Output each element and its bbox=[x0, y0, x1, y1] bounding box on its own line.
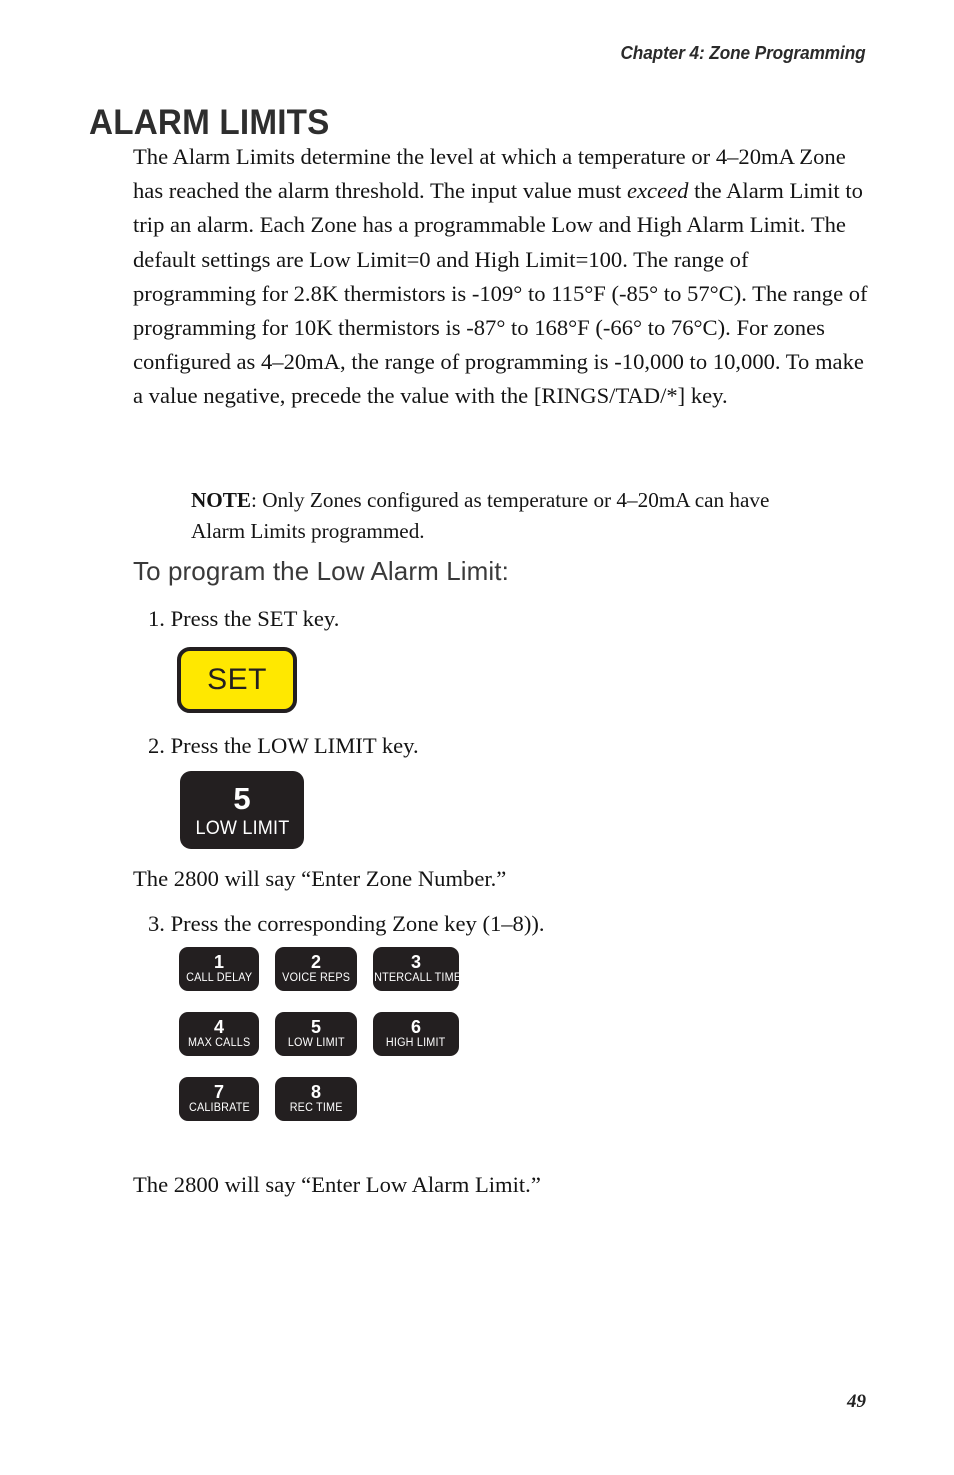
keypad-key-1-number: 1 bbox=[213, 952, 224, 973]
zone-keypad-graphic: 1 CALL DELAY 2 VOICE REPS 3 INTERCALL TI… bbox=[179, 947, 479, 1137]
keypad-key-5-number: 5 bbox=[310, 1017, 321, 1038]
keypad-key-5: 5 LOW LIMIT bbox=[275, 1012, 357, 1056]
low-limit-key-number: 5 bbox=[233, 780, 251, 816]
keypad-key-8-number: 8 bbox=[310, 1082, 321, 1103]
narration-after-step-2: The 2800 will say “Enter Zone Number.” bbox=[133, 866, 507, 891]
keypad-key-8-label: REC TIME bbox=[289, 1102, 343, 1115]
low-limit-key-label: LOW LIMIT bbox=[195, 817, 289, 839]
keypad-key-1-label: CALL DELAY bbox=[185, 972, 253, 985]
keypad-key-3: 3 INTERCALL TIME bbox=[373, 947, 459, 991]
keypad-key-2: 2 VOICE REPS bbox=[275, 947, 357, 991]
note-text: : Only Zones configured as temperature o… bbox=[191, 488, 770, 543]
keypad-key-6: 6 HIGH LIMIT bbox=[373, 1012, 459, 1056]
page-number: 49 bbox=[847, 1391, 866, 1412]
set-key-label: SET bbox=[207, 663, 267, 696]
keypad-key-7: 7 CALIBRATE bbox=[179, 1077, 259, 1121]
page-title: ALARM LIMITS bbox=[89, 103, 330, 143]
keypad-key-1: 1 CALL DELAY bbox=[179, 947, 259, 991]
running-header: Chapter 4: Zone Programming bbox=[620, 42, 866, 63]
note-block: NOTE: Only Zones configured as temperatu… bbox=[191, 485, 791, 547]
body-paragraph-emphasis: exceed bbox=[627, 178, 689, 204]
keypad-key-4-number: 4 bbox=[213, 1017, 224, 1038]
step-3-text: 3. Press the corresponding Zone key (1–8… bbox=[148, 911, 545, 936]
body-paragraph: The Alarm Limits determine the level at … bbox=[133, 140, 871, 414]
keypad-key-3-number: 3 bbox=[410, 952, 421, 973]
low-limit-key-graphic: 5 LOW LIMIT bbox=[180, 771, 304, 849]
keypad-key-7-number: 7 bbox=[213, 1082, 224, 1103]
keypad-key-6-number: 6 bbox=[410, 1017, 421, 1038]
note-label: NOTE bbox=[191, 488, 252, 512]
step-2-text: 2. Press the LOW LIMIT key. bbox=[148, 733, 419, 758]
keypad-key-6-label: HIGH LIMIT bbox=[386, 1037, 446, 1050]
document-page: Chapter 4: Zone Programming ALARM LIMITS… bbox=[0, 0, 954, 1475]
set-key-graphic: SET bbox=[177, 647, 297, 713]
keypad-key-3-label: INTERCALL TIME bbox=[373, 972, 459, 985]
narration-after-step-3: The 2800 will say “Enter Low Alarm Limit… bbox=[133, 1172, 541, 1197]
body-paragraph-part2: the Alarm Limit to trip an alarm. Each Z… bbox=[133, 178, 868, 409]
keypad-key-2-number: 2 bbox=[310, 952, 321, 973]
keypad-key-7-label: CALIBRATE bbox=[188, 1102, 250, 1115]
keypad-key-8: 8 REC TIME bbox=[275, 1077, 357, 1121]
keypad-key-4-label: MAX CALLS bbox=[187, 1037, 251, 1050]
keypad-key-5-label: LOW LIMIT bbox=[287, 1037, 345, 1050]
keypad-key-2-label: VOICE REPS bbox=[282, 972, 350, 985]
step-1-text: 1. Press the SET key. bbox=[148, 606, 340, 631]
section-subheading: To program the Low Alarm Limit: bbox=[133, 556, 509, 586]
keypad-key-4: 4 MAX CALLS bbox=[179, 1012, 259, 1056]
